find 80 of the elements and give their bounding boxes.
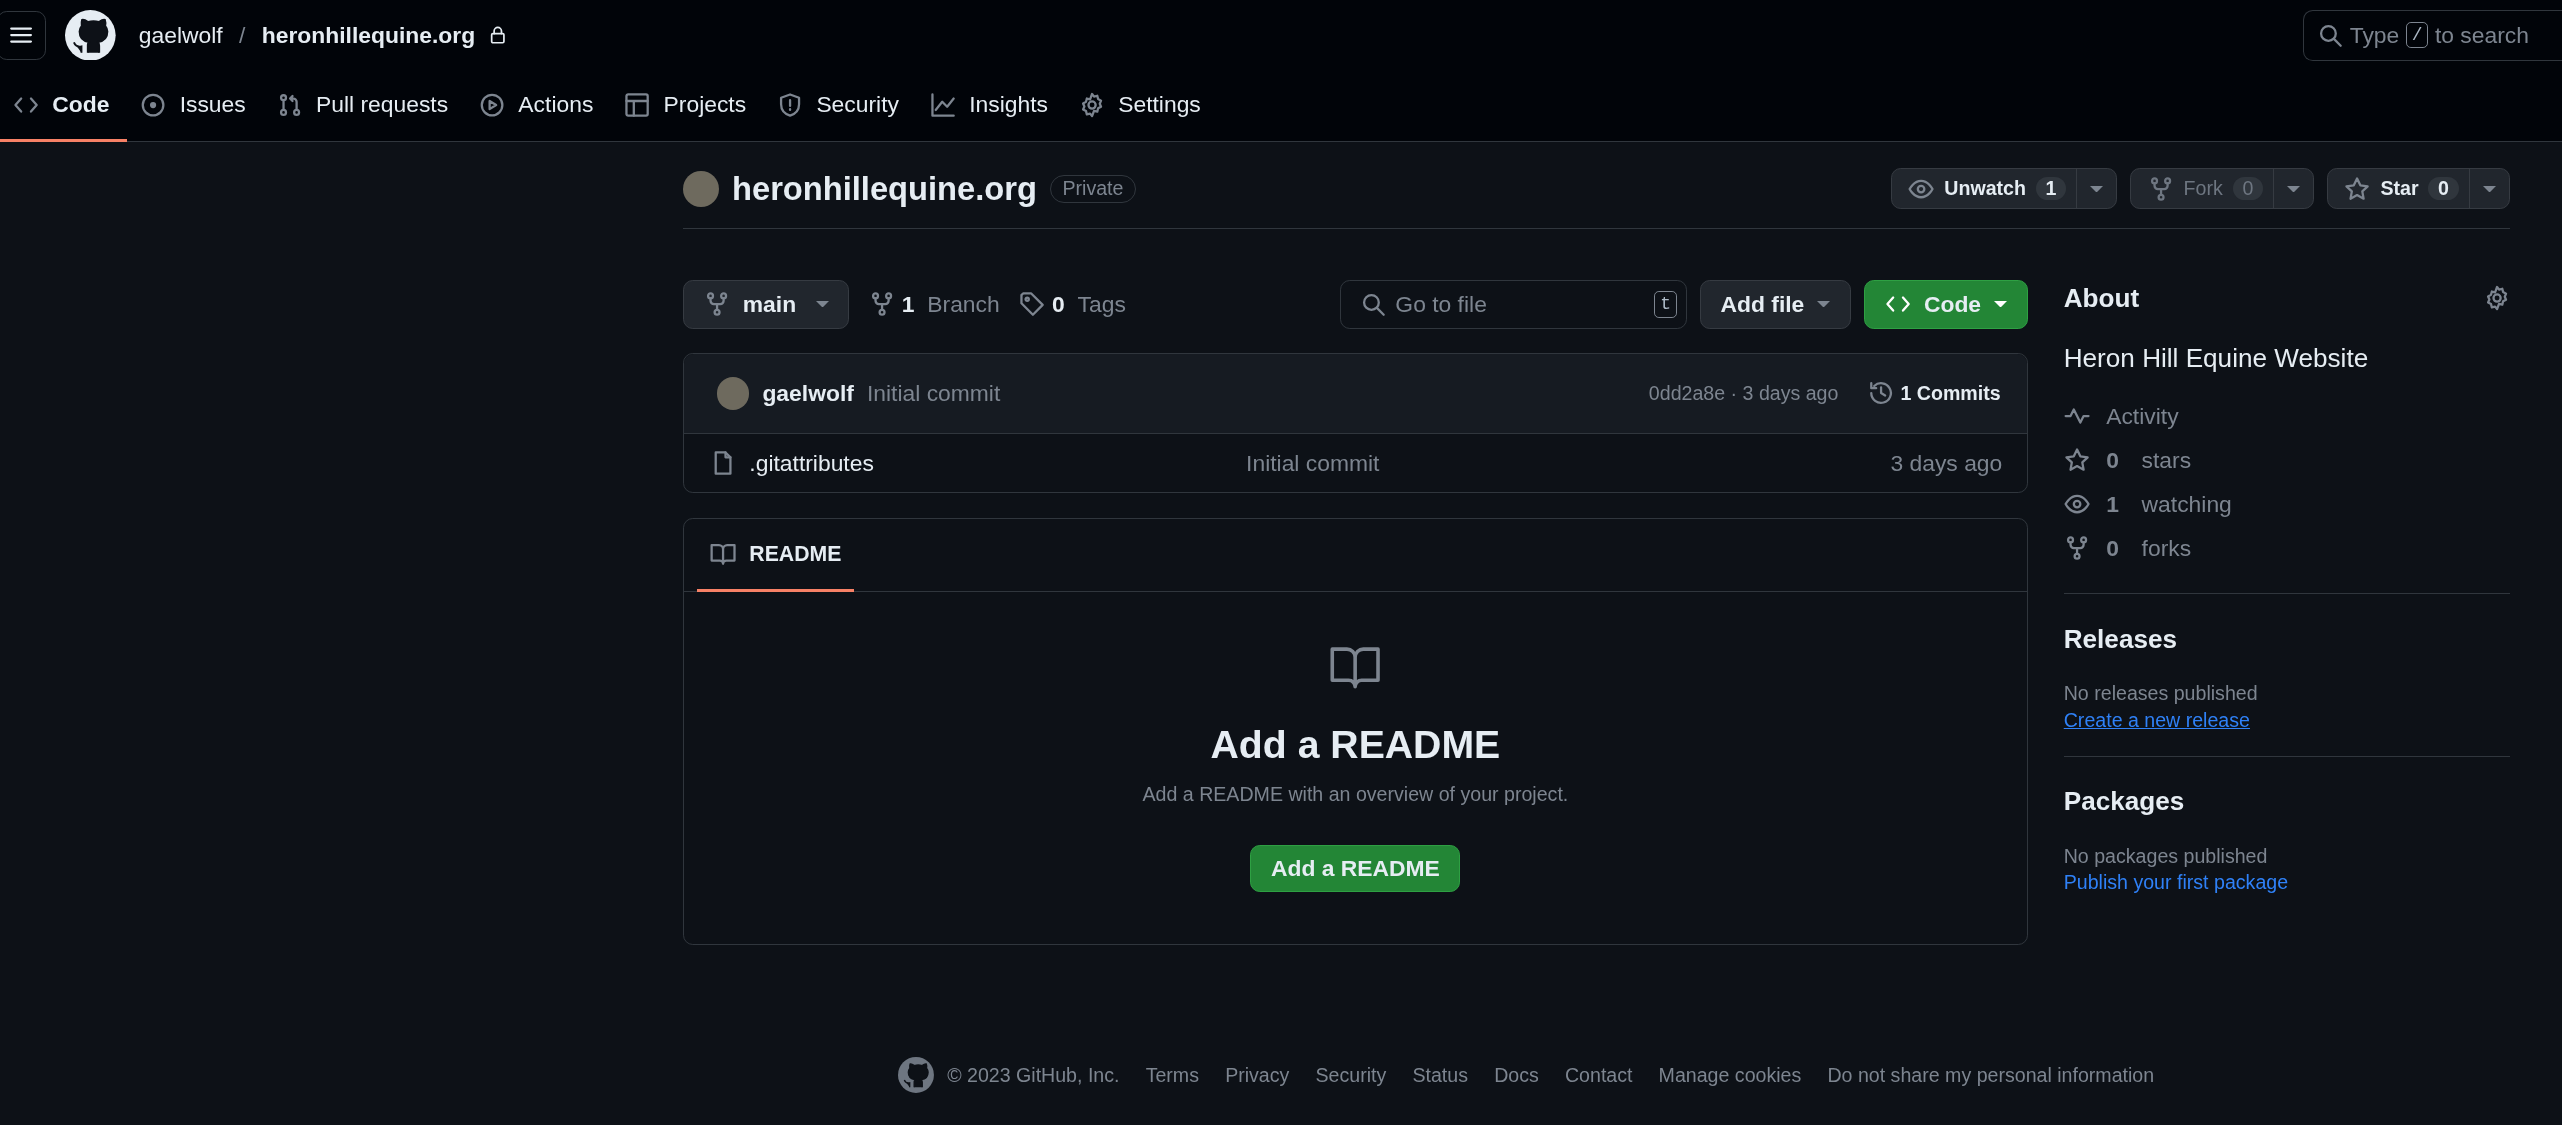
stat-link[interactable]: Activity — [2063, 394, 2510, 439]
insights-icon — [930, 91, 957, 118]
repo-link[interactable]: heronhillequine.org — [261, 21, 476, 49]
projects-icon — [624, 91, 651, 118]
tag-icon — [1019, 291, 1046, 318]
search-hint: to search — [2434, 21, 2529, 49]
repo-tab[interactable]: Actions — [466, 70, 612, 143]
star-button[interactable]: Star 0 — [2328, 169, 2469, 209]
search-field[interactable]: Type / to search — [2302, 9, 2562, 61]
empty-note: No releases published — [2063, 682, 2259, 706]
history-icon — [1867, 380, 1894, 407]
footer-link[interactable]: Terms — [1145, 1063, 1199, 1087]
owner-link[interactable]: gaelwolf — [138, 21, 223, 49]
watch-button[interactable]: Unwatch 1 — [1892, 169, 2077, 209]
path-separator: / — [239, 21, 246, 49]
repo-tab[interactable]: Issues — [127, 70, 264, 143]
repo-tab[interactable]: Code — [0, 70, 128, 143]
repo-title: heronhillequine.org — [732, 169, 1037, 208]
count-label: 0 — [2428, 177, 2459, 201]
section-heading: Packages — [2063, 786, 2186, 817]
search-icon — [1360, 291, 1387, 318]
search-icon — [2317, 22, 2344, 49]
caret-icon — [1817, 300, 1831, 308]
file-name[interactable]: .gitattributes — [749, 449, 1233, 477]
caret-icon — [1994, 300, 2008, 308]
github-logo[interactable] — [65, 9, 116, 61]
caret-icon — [815, 300, 829, 308]
copyright: © 2023 GitHub, Inc. — [947, 1063, 1120, 1087]
empty-note: No packages published — [2063, 844, 2269, 868]
repo-tab[interactable]: Security — [764, 70, 917, 143]
create-link[interactable]: Publish your first package — [2063, 871, 2289, 895]
shortcut-key: t — [1654, 291, 1678, 318]
caret-icon — [2286, 185, 2300, 193]
commit-message[interactable]: Initial commit — [1246, 449, 1878, 477]
section-heading: About — [2063, 283, 2140, 314]
tags-link[interactable]: 0 Tags — [1019, 290, 1126, 318]
footer-link[interactable]: Do not share my personal information — [1827, 1063, 2155, 1087]
create-link[interactable]: Create a new release — [2063, 708, 2250, 732]
repo-tab[interactable]: Pull requests — [263, 70, 467, 143]
commit-message[interactable]: Initial commit — [866, 379, 1001, 407]
file-time: 3 days ago — [1890, 449, 2003, 477]
add-file-button[interactable]: Add file — [1699, 279, 1852, 329]
stat-link[interactable]: 1 watching — [2063, 482, 2510, 527]
actions-icon — [479, 91, 506, 118]
footer-link[interactable]: Manage cookies — [1658, 1063, 1802, 1087]
count-label: 0 — [2232, 177, 2264, 201]
section-heading: Releases — [2063, 623, 2179, 655]
readme-heading: Add a README — [1210, 722, 1501, 767]
repo-tab[interactable]: Settings — [1065, 70, 1219, 143]
add-readme-button[interactable]: Add a README — [1250, 845, 1461, 893]
avatar[interactable] — [716, 377, 750, 410]
commits-link[interactable]: 1 Commits — [1867, 380, 2001, 407]
avatar[interactable] — [683, 170, 719, 207]
readme-tab[interactable]: README — [697, 518, 855, 593]
branches-link[interactable]: 1 Branch — [869, 290, 1000, 318]
readme-description: Add a README with an overview of your project. — [1142, 782, 1569, 806]
footer-link[interactable]: Privacy — [1225, 1063, 1290, 1087]
book-icon — [710, 541, 737, 568]
stat-link[interactable]: 0 forks — [2063, 526, 2510, 571]
stars-icon — [2063, 447, 2090, 474]
commit-hash-time[interactable]: 0dd2a8e · 3 days ago — [1648, 381, 1839, 405]
search-hint: Type — [2349, 21, 2400, 49]
commit-author[interactable]: gaelwolf — [762, 379, 854, 407]
count-label: 1 — [2035, 177, 2067, 201]
footer-link[interactable]: Status — [1412, 1063, 1468, 1087]
footer-link[interactable]: Contact — [1564, 1063, 1633, 1087]
repo-tab[interactable]: Insights — [916, 70, 1066, 143]
star-icon — [2344, 175, 2371, 202]
branch-button[interactable]: main — [683, 279, 850, 329]
caret-icon — [2482, 185, 2496, 193]
repo-description: Heron Hill Equine Website — [2063, 343, 2370, 375]
repo-tab[interactable]: Projects — [611, 70, 765, 143]
stat-link[interactable]: 0 stars — [2063, 438, 2510, 483]
footer-link[interactable]: Security — [1315, 1063, 1387, 1087]
code-button[interactable]: Code — [1864, 279, 2028, 329]
lock-icon — [488, 25, 508, 45]
caret-icon — [2090, 185, 2104, 193]
footer-link[interactable]: Docs — [1494, 1063, 1539, 1087]
issues-icon — [140, 91, 167, 118]
shortcut-key: / — [2405, 21, 2429, 49]
